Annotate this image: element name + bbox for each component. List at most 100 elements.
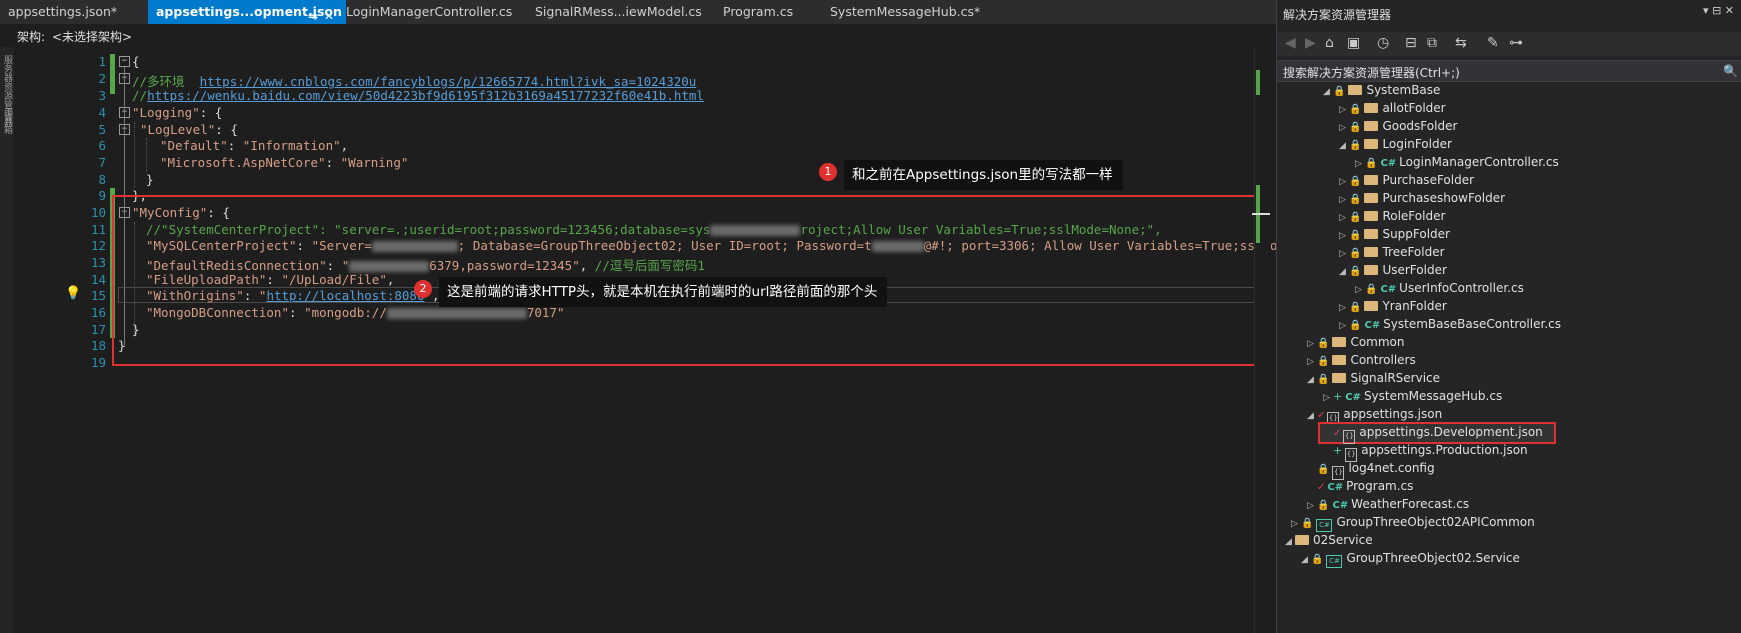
tree-item-file[interactable]: +{} appsettings.Production.json (1333, 441, 1528, 462)
tab-label: Program.cs (723, 4, 794, 19)
line-number: 18 (90, 338, 106, 353)
tree-item-folder[interactable]: ◢ 🔒 LoginFolder (1339, 135, 1452, 153)
json-key: "Default" (160, 138, 228, 153)
collapse-all-icon[interactable]: ⊟ (1405, 35, 1417, 51)
line-number: 19 (90, 355, 106, 370)
csharp-project-icon: C# (1326, 555, 1343, 568)
expand-icon[interactable]: ◢ (1301, 551, 1311, 569)
scroll-change-marker (1256, 70, 1260, 95)
code-editor[interactable]: 1 2 3 4 5 6 7 8 9 10 11 12 13 14 15 16 1… (14, 47, 1387, 633)
lock-icon: 🔒 (1349, 212, 1362, 223)
code-link[interactable]: https://wenku.baidu.com/view/50d4223bf9d… (147, 88, 704, 103)
tree-item-label: SuppFolder (1382, 227, 1450, 241)
code-text: : { (215, 122, 238, 137)
code-line-5: "LogLevel": { (140, 122, 238, 137)
expand-icon[interactable]: ◢ (1339, 263, 1349, 281)
sync-icon[interactable]: ⇆ (1455, 35, 1467, 51)
tab-systemmessagehub-cs[interactable]: SystemMessageHub.cs* (822, 0, 1000, 24)
solution-explorer-title: 解决方案资源管理器 (1283, 8, 1392, 22)
lock-icon: 🔒 (1301, 518, 1314, 529)
tree-item-folder[interactable]: ▷ 🔒 RoleFolder (1339, 207, 1445, 225)
expand-icon[interactable]: ◢ (1285, 533, 1295, 551)
code-text: { (132, 54, 140, 69)
tree-item-file-selected[interactable]: ✓{} appsettings.Development.json (1333, 423, 1543, 444)
folder-icon (1364, 175, 1379, 185)
fold-toggle-icon[interactable]: − (119, 56, 130, 67)
folder-icon (1364, 139, 1379, 149)
show-all-files-icon[interactable]: ⧉ (1427, 35, 1437, 51)
code-text: , (340, 138, 349, 153)
tree-item-folder[interactable]: ▷ 🔒 Controllers (1307, 351, 1416, 369)
line-number: 1 (98, 54, 106, 69)
solution-explorer-search[interactable]: 搜索解决方案资源管理器(Ctrl+;) 🔍 (1277, 60, 1741, 82)
tab-appsettings-json[interactable]: appsettings.json* (0, 0, 151, 24)
architecture-dropdown[interactable]: <未选择架构> (52, 28, 132, 45)
tree-item-folder[interactable]: ▷ 🔒 Common (1307, 333, 1405, 351)
code-line-1: { (132, 54, 140, 69)
tree-item-label: YranFolder (1382, 299, 1447, 313)
tree-item-file[interactable]: ◢ ✓{} appsettings.json (1307, 405, 1443, 426)
expand-icon[interactable]: ◢ (1307, 371, 1317, 389)
tree-item-label: appsettings.Production.json (1361, 443, 1528, 457)
properties-icon[interactable]: ✎ (1487, 35, 1499, 51)
panel-options-icon[interactable]: ▾ ⊟ ✕ (1703, 4, 1734, 17)
history-icon[interactable]: ◷ (1377, 35, 1389, 51)
tree-item-folder[interactable]: ▷ 🔒 allotFolder (1339, 99, 1446, 117)
tree-item-file[interactable]: ▷ 🔒 C# WeatherForecast.cs (1307, 495, 1469, 513)
back-icon[interactable]: ◀ (1285, 35, 1296, 51)
tree-item-folder[interactable]: ▷ 🔒 SuppFolder (1339, 225, 1450, 243)
tab-program-cs[interactable]: Program.cs (715, 0, 823, 24)
tree-item-folder[interactable]: ▷ 🔒 PurchaseFolder (1339, 171, 1474, 189)
tree-item-file[interactable]: ▷ 🔒 C# LoginManagerController.cs (1355, 153, 1559, 171)
tree-item-folder[interactable]: ◢ 🔒 SignalRService (1307, 369, 1440, 387)
json-key: "LogLevel" (140, 122, 216, 137)
tree-item-file[interactable]: ▷ + C# SystemMessageHub.cs (1323, 387, 1502, 405)
lightbulb-icon[interactable]: 💡 (65, 286, 81, 301)
tree-item-file[interactable]: ▷ 🔒 C# UserInfoController.cs (1355, 279, 1524, 297)
search-input[interactable]: 搜索解决方案资源管理器(Ctrl+;) (1283, 64, 1460, 81)
tree-item-file[interactable]: ▷ 🔒 C# SystemBaseBaseController.cs (1339, 315, 1561, 333)
code-link[interactable]: https://www.cnblogs.com/fancyblogs/p/126… (200, 74, 697, 89)
expand-icon[interactable]: ◢ (1339, 137, 1349, 155)
lock-icon: 🔒 (1317, 464, 1330, 475)
lock-icon: 🔒 (1317, 500, 1330, 511)
tree-item-folder[interactable]: ◢ 🔒 SystemBase (1323, 81, 1440, 99)
line-number: 16 (90, 305, 106, 320)
callout-note: 这是前端的请求HTTP头，就是本机在执行前端时的url路径前面的那个头 (439, 277, 888, 307)
lock-icon: 🔒 (1349, 266, 1362, 277)
tree-item-folder[interactable]: ▷ 🔒 PurchaseshowFolder (1339, 189, 1505, 207)
switch-view-icon[interactable]: ▣ (1347, 35, 1360, 51)
tree-item-label: appsettings.json (1343, 407, 1443, 421)
expand-icon[interactable]: ◢ (1307, 407, 1317, 425)
tab-appsettings-development-json[interactable]: appsettings...opment.json ⇋ ✕ (148, 0, 346, 24)
tree-item-file[interactable]: 🔒{} log4net.config (1317, 459, 1435, 480)
tab-loginmanagercontroller[interactable]: LoginManagerController.cs (338, 0, 529, 24)
forward-icon[interactable]: ▶ (1305, 35, 1316, 51)
tree-item-folder[interactable]: ▷ 🔒 GoodsFolder (1339, 117, 1457, 135)
lock-icon: 🔒 (1349, 248, 1362, 259)
tree-item-project[interactable]: ◢ 🔒 C# GroupThreeObject02.Service (1301, 549, 1520, 569)
tree-item-label: SystemMessageHub.cs (1363, 389, 1503, 403)
tree-item-label: PurchaseshowFolder (1382, 191, 1506, 205)
tree-item-folder[interactable]: ▷ 🔒 YranFolder (1339, 297, 1447, 315)
tree-item-label: RoleFolder (1382, 209, 1446, 223)
search-icon: 🔍 (1723, 64, 1738, 78)
home-icon[interactable]: ⌂ (1325, 35, 1334, 51)
preview-icon[interactable]: ⊶ (1509, 35, 1523, 51)
tab-signalrmessage-viewmodel[interactable]: SignalRMess...iewModel.cs (527, 0, 718, 24)
line-number: 13 (90, 255, 106, 270)
tab-label: LoginManagerController.cs (346, 4, 513, 19)
tree-item-folder[interactable]: ▷ 🔒 TreeFolder (1339, 243, 1445, 261)
line-number: 5 (98, 122, 106, 137)
tree-item-project[interactable]: ▷ 🔒 C# GroupThreeObject02APICommon (1291, 513, 1535, 532)
editor-scrollbar[interactable] (1254, 47, 1271, 633)
tree-item-folder[interactable]: ◢ 🔒 UserFolder (1339, 261, 1447, 279)
toolbox-tab[interactable]: 工具箱 (1, 107, 14, 134)
architecture-label: 架构: (17, 30, 46, 44)
expand-icon[interactable]: ◢ (1323, 83, 1333, 101)
code-text: : (227, 138, 243, 153)
tree-item-file[interactable]: ✓ C# Program.cs (1317, 477, 1413, 495)
lock-icon: 🔒 (1349, 104, 1362, 115)
lock-icon: 🔒 (1349, 230, 1362, 241)
tree-item-solution-folder[interactable]: ◢ 02Service (1285, 531, 1373, 549)
